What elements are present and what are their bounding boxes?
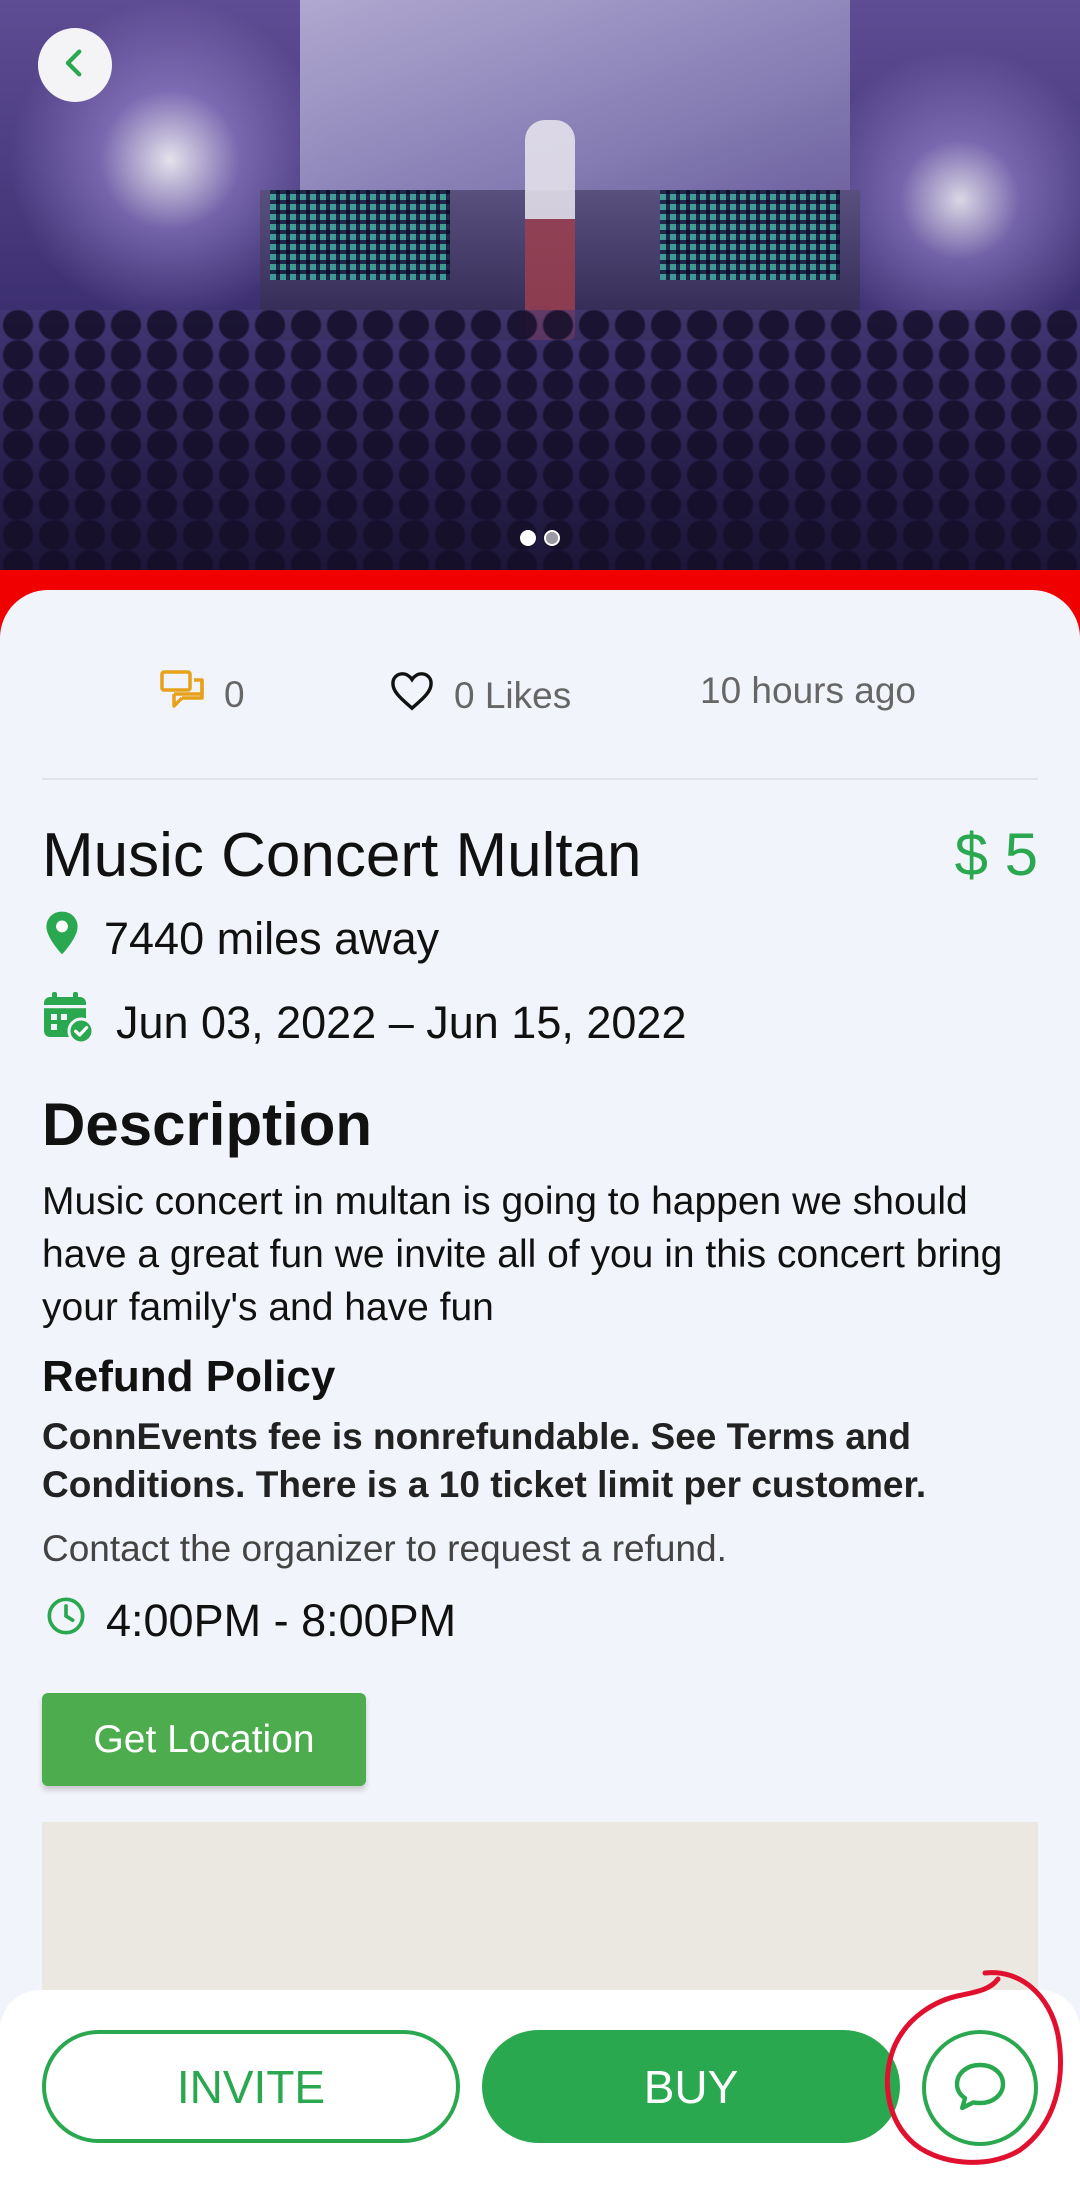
likes-count: 0 Likes (454, 674, 572, 716)
event-price: $ 5 (954, 821, 1038, 888)
back-button[interactable] (38, 28, 112, 102)
event-dates: Jun 03, 2022 – Jun 15, 2022 (42, 990, 686, 1055)
refund-policy-heading: Refund Policy (42, 1352, 336, 1401)
location-pin-icon (42, 910, 82, 967)
chat-bubble-icon (951, 2059, 1009, 2118)
led-panel-left (270, 190, 450, 280)
event-hero-image (0, 0, 1080, 570)
distance-label: 7440 miles away (104, 912, 440, 964)
event-distance: 7440 miles away (42, 910, 439, 967)
calendar-check-icon (42, 990, 95, 1055)
refund-contact-text: Contact the organizer to request a refun… (42, 1528, 727, 1569)
buy-button[interactable]: BUY (482, 2030, 900, 2143)
comments-icon (160, 670, 206, 719)
description-heading: Description (42, 1091, 373, 1158)
posted-time: 10 hours ago (700, 670, 916, 712)
get-location-button[interactable]: Get Location (42, 1693, 366, 1786)
comments-stat[interactable]: 0 (160, 670, 245, 719)
led-panel-right (660, 190, 840, 280)
refund-policy-text: ConnEvents fee is nonrefundable. See Ter… (42, 1416, 927, 1505)
chat-button[interactable] (922, 2030, 1038, 2146)
clock-icon (46, 1595, 86, 1647)
likes-stat[interactable]: 0 Likes (388, 670, 571, 721)
heart-icon[interactable] (388, 670, 436, 721)
event-title: Music Concert Multan (42, 821, 642, 890)
divider (42, 778, 1038, 780)
event-stats: 0 0 Likes 10 hours ago (0, 660, 1080, 730)
description-text: Music concert in multan is going to happ… (42, 1180, 1003, 1329)
posted-time-label: 10 hours ago (700, 670, 917, 711)
carousel-dot-1[interactable] (520, 530, 536, 546)
time-label: 4:00PM - 8:00PM (106, 1595, 457, 1646)
carousel-indicator (0, 530, 1080, 546)
dates-label: Jun 03, 2022 – Jun 15, 2022 (116, 996, 687, 1048)
comments-count: 0 (224, 673, 245, 715)
chevron-left-icon (58, 46, 92, 85)
event-time: 4:00PM - 8:00PM (46, 1595, 456, 1647)
performer (525, 120, 575, 340)
carousel-dot-2[interactable] (544, 530, 560, 546)
invite-button[interactable]: INVITE (42, 2030, 460, 2143)
